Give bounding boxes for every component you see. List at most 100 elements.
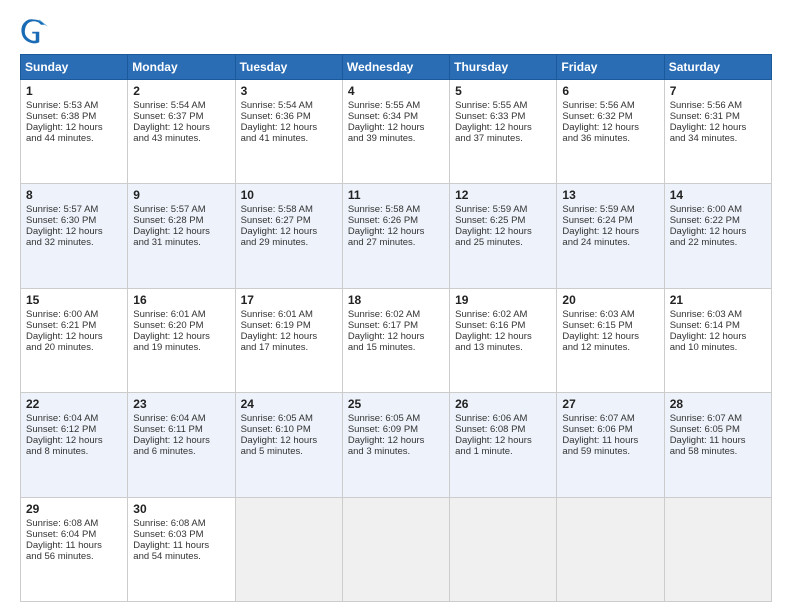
day-number: 15 (26, 293, 122, 307)
day-info: and 19 minutes. (133, 342, 229, 353)
day-info: Sunrise: 5:54 AM (133, 100, 229, 111)
day-info: Daylight: 12 hours (562, 226, 658, 237)
weekday-thursday: Thursday (450, 55, 557, 80)
day-info: Sunset: 6:22 PM (670, 215, 766, 226)
day-info: Daylight: 12 hours (26, 122, 122, 133)
day-info: Daylight: 12 hours (670, 331, 766, 342)
calendar-cell: 2Sunrise: 5:54 AMSunset: 6:37 PMDaylight… (128, 80, 235, 184)
day-number: 13 (562, 188, 658, 202)
day-info: Daylight: 12 hours (133, 226, 229, 237)
day-info: Daylight: 12 hours (133, 122, 229, 133)
weekday-header: SundayMondayTuesdayWednesdayThursdayFrid… (21, 55, 772, 80)
calendar-cell (342, 497, 449, 601)
weekday-sunday: Sunday (21, 55, 128, 80)
day-number: 18 (348, 293, 444, 307)
calendar-cell: 8Sunrise: 5:57 AMSunset: 6:30 PMDaylight… (21, 184, 128, 288)
calendar-body: 1Sunrise: 5:53 AMSunset: 6:38 PMDaylight… (21, 80, 772, 602)
day-number: 25 (348, 397, 444, 411)
day-info: and 41 minutes. (241, 133, 337, 144)
day-info: Daylight: 12 hours (455, 435, 551, 446)
logo-icon (20, 16, 48, 44)
day-info: and 56 minutes. (26, 551, 122, 562)
day-info: and 1 minute. (455, 446, 551, 457)
calendar-cell (557, 497, 664, 601)
day-info: and 37 minutes. (455, 133, 551, 144)
day-info: Sunrise: 5:58 AM (348, 204, 444, 215)
day-info: Daylight: 11 hours (670, 435, 766, 446)
day-info: Daylight: 11 hours (26, 540, 122, 551)
day-info: and 24 minutes. (562, 237, 658, 248)
day-info: Sunset: 6:09 PM (348, 424, 444, 435)
day-info: Sunset: 6:17 PM (348, 320, 444, 331)
day-number: 12 (455, 188, 551, 202)
day-info: Sunrise: 6:04 AM (26, 413, 122, 424)
day-info: Sunset: 6:12 PM (26, 424, 122, 435)
calendar-cell: 12Sunrise: 5:59 AMSunset: 6:25 PMDayligh… (450, 184, 557, 288)
day-number: 20 (562, 293, 658, 307)
day-info: and 36 minutes. (562, 133, 658, 144)
day-info: Sunrise: 6:03 AM (670, 309, 766, 320)
day-number: 3 (241, 84, 337, 98)
calendar-cell: 10Sunrise: 5:58 AMSunset: 6:27 PMDayligh… (235, 184, 342, 288)
day-info: and 10 minutes. (670, 342, 766, 353)
calendar-cell: 4Sunrise: 5:55 AMSunset: 6:34 PMDaylight… (342, 80, 449, 184)
day-number: 21 (670, 293, 766, 307)
day-info: Sunrise: 6:05 AM (241, 413, 337, 424)
day-info: Sunset: 6:15 PM (562, 320, 658, 331)
day-info: Sunrise: 5:55 AM (348, 100, 444, 111)
calendar-cell: 1Sunrise: 5:53 AMSunset: 6:38 PMDaylight… (21, 80, 128, 184)
day-info: Sunrise: 6:00 AM (26, 309, 122, 320)
day-info: Sunrise: 6:04 AM (133, 413, 229, 424)
day-number: 7 (670, 84, 766, 98)
day-info: Sunset: 6:37 PM (133, 111, 229, 122)
day-info: and 34 minutes. (670, 133, 766, 144)
day-info: Daylight: 12 hours (26, 226, 122, 237)
calendar-cell: 7Sunrise: 5:56 AMSunset: 6:31 PMDaylight… (664, 80, 771, 184)
day-info: and 31 minutes. (133, 237, 229, 248)
calendar-cell: 16Sunrise: 6:01 AMSunset: 6:20 PMDayligh… (128, 288, 235, 392)
day-info: and 13 minutes. (455, 342, 551, 353)
calendar-cell: 27Sunrise: 6:07 AMSunset: 6:06 PMDayligh… (557, 393, 664, 497)
day-info: Daylight: 12 hours (133, 435, 229, 446)
day-info: Sunset: 6:04 PM (26, 529, 122, 540)
day-info: Sunrise: 6:01 AM (241, 309, 337, 320)
day-info: Sunrise: 5:59 AM (455, 204, 551, 215)
day-info: and 54 minutes. (133, 551, 229, 562)
day-number: 29 (26, 502, 122, 516)
day-info: and 27 minutes. (348, 237, 444, 248)
day-number: 5 (455, 84, 551, 98)
day-info: Sunrise: 6:01 AM (133, 309, 229, 320)
day-info: Sunset: 6:11 PM (133, 424, 229, 435)
calendar-cell: 17Sunrise: 6:01 AMSunset: 6:19 PMDayligh… (235, 288, 342, 392)
calendar: SundayMondayTuesdayWednesdayThursdayFrid… (20, 54, 772, 602)
day-info: Sunset: 6:36 PM (241, 111, 337, 122)
day-info: Sunrise: 5:57 AM (26, 204, 122, 215)
day-info: and 17 minutes. (241, 342, 337, 353)
day-number: 11 (348, 188, 444, 202)
calendar-cell (235, 497, 342, 601)
day-info: Sunset: 6:24 PM (562, 215, 658, 226)
day-info: Daylight: 12 hours (562, 122, 658, 133)
day-info: Daylight: 12 hours (241, 331, 337, 342)
day-number: 24 (241, 397, 337, 411)
weekday-tuesday: Tuesday (235, 55, 342, 80)
calendar-cell: 26Sunrise: 6:06 AMSunset: 6:08 PMDayligh… (450, 393, 557, 497)
calendar-cell: 6Sunrise: 5:56 AMSunset: 6:32 PMDaylight… (557, 80, 664, 184)
day-info: Sunrise: 6:08 AM (133, 518, 229, 529)
day-info: and 8 minutes. (26, 446, 122, 457)
day-info: Sunset: 6:21 PM (26, 320, 122, 331)
day-info: and 20 minutes. (26, 342, 122, 353)
day-info: Daylight: 12 hours (241, 226, 337, 237)
calendar-week-2: 8Sunrise: 5:57 AMSunset: 6:30 PMDaylight… (21, 184, 772, 288)
calendar-cell (450, 497, 557, 601)
day-info: Sunset: 6:34 PM (348, 111, 444, 122)
day-info: Sunrise: 5:59 AM (562, 204, 658, 215)
weekday-friday: Friday (557, 55, 664, 80)
day-info: Sunrise: 5:54 AM (241, 100, 337, 111)
logo (20, 16, 52, 44)
calendar-cell: 5Sunrise: 5:55 AMSunset: 6:33 PMDaylight… (450, 80, 557, 184)
day-info: Sunset: 6:14 PM (670, 320, 766, 331)
day-info: Daylight: 11 hours (133, 540, 229, 551)
day-info: Sunset: 6:05 PM (670, 424, 766, 435)
day-info: Daylight: 12 hours (241, 122, 337, 133)
